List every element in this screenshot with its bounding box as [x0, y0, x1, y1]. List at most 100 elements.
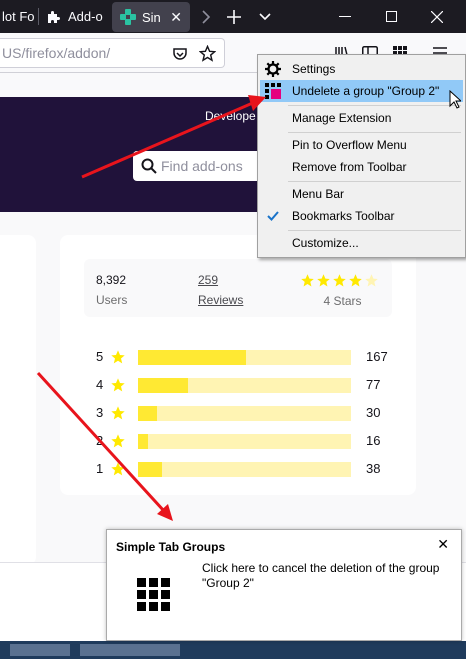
rating-bar-row[interactable]: 5 167 — [96, 349, 396, 365]
tab-3-label: Sin — [142, 9, 161, 25]
notification-close-icon[interactable]: ✕ — [437, 536, 449, 553]
tab-strip: lot Fo Add-o Sin ✕ — [0, 0, 466, 33]
menu-item-settings[interactable]: Settings — [260, 58, 463, 80]
rating-bar-stars: 4 — [96, 377, 104, 392]
rating-bar-fill — [138, 434, 149, 449]
rating-bar-fill — [138, 462, 163, 477]
menu-item-manage-extension[interactable]: Manage Extension — [260, 107, 463, 129]
menu-label-undelete-group: Undelete a group "Group 2" — [292, 84, 440, 98]
list-all-tabs-icon[interactable] — [254, 0, 276, 33]
rating-bar-fill — [138, 406, 158, 421]
rating-star-icon — [365, 274, 378, 287]
tab-close-icon[interactable]: ✕ — [170, 9, 182, 26]
rating-bar-track — [138, 378, 351, 393]
new-tab-icon[interactable] — [222, 0, 246, 33]
checkmark-icon — [267, 211, 279, 221]
notification-title: Simple Tab Groups — [116, 540, 226, 554]
tab-2-label: Add-o — [68, 9, 103, 24]
bar-star-icon — [111, 406, 125, 420]
tab-1-label: lot Fo — [2, 9, 35, 24]
menu-label-settings: Settings — [292, 62, 336, 76]
simple-tab-groups-color-icon — [265, 83, 281, 99]
tab-separator — [38, 8, 39, 25]
rating-bar-fill — [138, 350, 246, 365]
tab-scroll-right-icon[interactable] — [196, 0, 216, 33]
taskbar-item[interactable] — [80, 644, 180, 656]
menu-label-remove-toolbar: Remove from Toolbar — [292, 160, 407, 174]
rating-bar-stars: 5 — [96, 349, 104, 364]
search-placeholder: Find add-ons — [161, 158, 243, 174]
reviews-count[interactable]: 259 — [198, 273, 243, 287]
menu-label-manage-extension: Manage Extension — [292, 111, 392, 125]
puzzle-icon — [48, 10, 60, 23]
notification-body: Click here to cancel the deletion of the… — [202, 561, 440, 590]
bar-star-icon — [111, 434, 125, 448]
rating-bar-count: 77 — [366, 377, 381, 392]
addon-logo-icon — [120, 9, 136, 25]
menu-item-pin-overflow[interactable]: Pin to Overflow Menu — [260, 134, 463, 156]
menu-item-bookmarks-toolbar[interactable]: Bookmarks Toolbar — [260, 205, 463, 227]
maximize-icon[interactable] — [368, 0, 414, 33]
menu-label-bookmarks-toolbar: Bookmarks Toolbar — [292, 209, 395, 223]
rating-bar-count: 38 — [366, 461, 381, 476]
tab-1[interactable]: lot Fo — [0, 0, 38, 33]
rating-bar-stars: 1 — [96, 461, 104, 476]
window-close-icon[interactable] — [414, 0, 460, 33]
menu-label-pin-overflow: Pin to Overflow Menu — [292, 138, 407, 152]
bar-star-icon — [111, 378, 125, 392]
rating-bar-stars: 3 — [96, 405, 104, 420]
rating-bar-row[interactable]: 2 16 — [96, 433, 396, 449]
menu-item-remove-toolbar[interactable]: Remove from Toolbar — [260, 156, 463, 178]
menu-item-undelete-group[interactable]: Undelete a group "Group 2" — [260, 80, 463, 102]
rating-bar-count: 16 — [366, 433, 381, 448]
pocket-icon[interactable] — [172, 46, 188, 62]
menu-item-menu-bar[interactable]: Menu Bar — [260, 183, 463, 205]
rating-bar-track — [138, 462, 351, 477]
rating-star-icon — [317, 274, 330, 287]
users-label: Users — [96, 293, 128, 307]
rating-star-icon — [333, 274, 346, 287]
stats-panel: 8,392 Users 259 Reviews 4 Stars — [84, 259, 392, 317]
minimize-icon[interactable] — [322, 0, 368, 33]
rating-bar-row[interactable]: 4 77 — [96, 377, 396, 393]
rating-star-icon — [301, 274, 314, 287]
notification-popup[interactable]: Simple Tab Groups ✕ Click here to cancel… — [106, 529, 462, 641]
search-icon — [141, 158, 157, 174]
addon-info-card — [0, 235, 36, 565]
rating-bar-row[interactable]: 1 38 — [96, 461, 396, 477]
rating-bar-row[interactable]: 3 30 — [96, 405, 396, 421]
bar-star-icon — [111, 462, 125, 476]
menu-item-customize[interactable]: Customize... — [260, 232, 463, 254]
reviews-stat[interactable]: 259 Reviews — [198, 273, 243, 307]
rating-card: 8,392 Users 259 Reviews 4 Stars 5 167 4 77 3… — [60, 235, 416, 495]
rating-bar-track — [138, 434, 351, 449]
taskbar-item[interactable] — [10, 644, 70, 656]
menu-separator — [288, 132, 461, 133]
simple-tab-groups-icon — [137, 578, 170, 611]
rating-bar-track — [138, 350, 351, 365]
address-bar[interactable]: US/firefox/addon/ — [0, 38, 225, 68]
bar-star-icon — [111, 350, 125, 364]
bookmark-star-icon[interactable] — [199, 45, 216, 62]
rating-bar-count: 30 — [366, 405, 381, 420]
tab-3-active[interactable]: Sin ✕ — [112, 2, 190, 32]
menu-separator — [288, 230, 461, 231]
rating-star-icon — [349, 274, 362, 287]
rating-bar-fill — [138, 378, 188, 393]
star-rating — [300, 273, 379, 288]
tab-2[interactable]: Add-o — [40, 0, 108, 33]
rating-bar-count: 167 — [366, 349, 388, 364]
url-text: US/firefox/addon/ — [2, 45, 111, 61]
toolbar-context-menu: Settings Undelete a group "Group 2" Mana… — [257, 54, 466, 258]
reviews-label[interactable]: Reviews — [198, 293, 243, 307]
gear-icon — [265, 61, 281, 77]
menu-label-menu-bar: Menu Bar — [292, 187, 345, 201]
mouse-cursor-icon — [449, 90, 461, 109]
menu-separator — [288, 181, 461, 182]
menu-separator — [288, 105, 461, 106]
rating-bar-stars: 2 — [96, 433, 104, 448]
stars-label: 4 Stars — [323, 294, 362, 308]
users-stat: 8,392 Users — [96, 273, 127, 307]
taskbar — [0, 641, 466, 659]
developer-hub-link[interactable]: Develope — [205, 109, 256, 123]
